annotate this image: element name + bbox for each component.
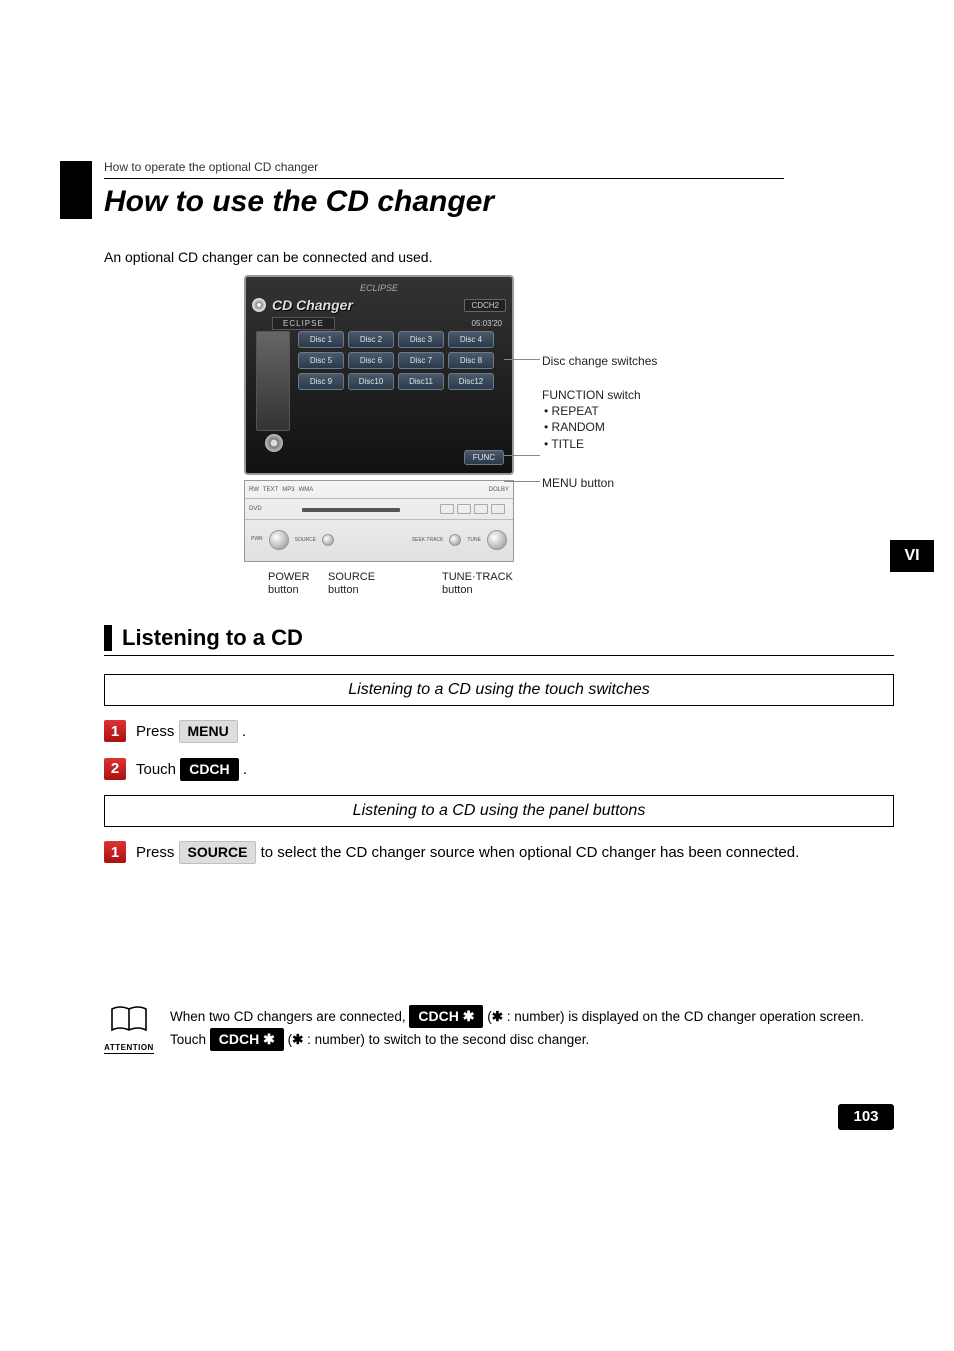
breadcrumb: How to operate the optional CD changer — [104, 160, 784, 179]
disc-switch[interactable]: Disc 6 — [348, 352, 394, 369]
disc-switch[interactable]: Disc 2 — [348, 331, 394, 348]
screen-brand: ECLIPSE — [252, 283, 506, 293]
intro-text: An optional CD changer can be connected … — [60, 249, 894, 265]
func-switch[interactable]: FUNC — [464, 450, 504, 465]
tune-knob[interactable] — [487, 530, 507, 550]
step-row: 1 Press MENU . — [104, 720, 894, 744]
callout-disc-change: Disc change switches — [542, 353, 657, 369]
seek-knob[interactable] — [449, 534, 461, 546]
touchscreen: ECLIPSE CD Changer CDCH2 ECLIPSE 05:03'2… — [244, 275, 514, 475]
source-knob[interactable] — [322, 534, 334, 546]
disc-switch[interactable]: Disc 1 — [298, 331, 344, 348]
attention-text: When two CD changers are connected, CDCH… — [170, 1005, 894, 1051]
hw-button[interactable] — [474, 504, 488, 514]
callout-text: FUNCTION switch — [542, 387, 641, 403]
callout-text: MENU button — [542, 476, 614, 490]
page-number: 103 — [838, 1104, 894, 1130]
callout-item: • TITLE — [544, 436, 641, 452]
disc-switch[interactable]: Disc12 — [448, 373, 494, 390]
section-tab: VI — [890, 540, 934, 572]
disc-switch[interactable]: Disc11 — [398, 373, 444, 390]
step-number: 2 — [104, 758, 126, 780]
callout-power: POWER button — [268, 571, 310, 597]
manual-page: How to operate the optional CD changer H… — [0, 0, 954, 1170]
callout-function: FUNCTION switch • REPEAT • RANDOM • TITL… — [542, 387, 641, 452]
star-icon: ✱ — [492, 1007, 503, 1027]
cdch-button-chip: CDCH — [180, 758, 238, 781]
header-row: How to operate the optional CD changer H… — [60, 160, 894, 219]
callout-menu: MENU button — [542, 475, 614, 491]
disc-switch[interactable]: Disc 5 — [298, 352, 344, 369]
disc-switch[interactable]: Disc 4 — [448, 331, 494, 348]
step-row: 1 Press SOURCE to select the CD changer … — [104, 841, 894, 865]
cdch-star-chip: CDCH ✱ — [409, 1005, 483, 1028]
step-text: Touch CDCH . — [136, 758, 247, 782]
hardware-panel: RWTEXTMP3WMADOLBY DVD PWR SOURCE SEEK TR… — [244, 480, 514, 562]
disc-switch[interactable]: Disc10 — [348, 373, 394, 390]
disc-switch[interactable]: Disc 7 — [398, 352, 444, 369]
subheading-panel: Listening to a CD using the panel button… — [104, 795, 894, 827]
step-text: Press MENU . — [136, 720, 246, 744]
device-diagram: ECLIPSE CD Changer CDCH2 ECLIPSE 05:03'2… — [104, 275, 894, 605]
section-heading: Listening to a CD — [104, 625, 894, 651]
hw-button[interactable] — [457, 504, 471, 514]
step-text: Press SOURCE to select the CD changer so… — [136, 841, 799, 865]
divider — [104, 655, 894, 656]
eclipse-badge: ECLIPSE — [272, 317, 335, 330]
cdch-badge: CDCH2 — [464, 299, 506, 312]
attention-box: ATTENTION When two CD changers are conne… — [104, 1005, 894, 1054]
subheading-touch: Listening to a CD using the touch switch… — [104, 674, 894, 706]
callout-source: SOURCE button — [328, 571, 375, 597]
disc-switch-grid: Disc 1 Disc 2 Disc 3 Disc 4 Disc 5 Disc … — [298, 331, 494, 390]
menu-button-chip: MENU — [179, 720, 238, 743]
attention-label: ATTENTION — [104, 1043, 154, 1054]
section: Listening to a CD Listening to a CD usin… — [60, 625, 894, 865]
callout-tune: TUNE·TRACK button — [442, 571, 513, 597]
page-title: How to use the CD changer — [104, 185, 784, 219]
disc-switch[interactable]: Disc 9 — [298, 373, 344, 390]
cdch-star-chip: CDCH ✱ — [210, 1028, 284, 1051]
hw-button[interactable] — [491, 504, 505, 514]
step-number: 1 — [104, 720, 126, 742]
step-number: 1 — [104, 841, 126, 863]
title-block: How to operate the optional CD changer H… — [104, 160, 784, 219]
callout-item: • RANDOM — [544, 419, 641, 435]
disc-icon — [252, 298, 266, 312]
callout-item: • REPEAT — [544, 403, 641, 419]
source-button-chip: SOURCE — [179, 841, 257, 864]
disc-switch[interactable]: Disc 3 — [398, 331, 444, 348]
album-art — [256, 331, 290, 431]
book-icon — [109, 1005, 149, 1035]
attention-icon: ATTENTION — [104, 1005, 154, 1054]
menu-hw-button[interactable] — [440, 504, 454, 514]
step-row: 2 Touch CDCH . — [104, 758, 894, 782]
time-readout: 05:03'20 — [468, 318, 506, 329]
callout-text: Disc change switches — [542, 353, 657, 369]
dvd-label: DVD — [249, 506, 262, 512]
star-icon: ✱ — [292, 1030, 303, 1050]
disc-switch[interactable]: Disc 8 — [448, 352, 494, 369]
screen-title: CD Changer — [272, 297, 353, 313]
power-knob[interactable] — [269, 530, 289, 550]
chapter-tab — [60, 161, 92, 219]
